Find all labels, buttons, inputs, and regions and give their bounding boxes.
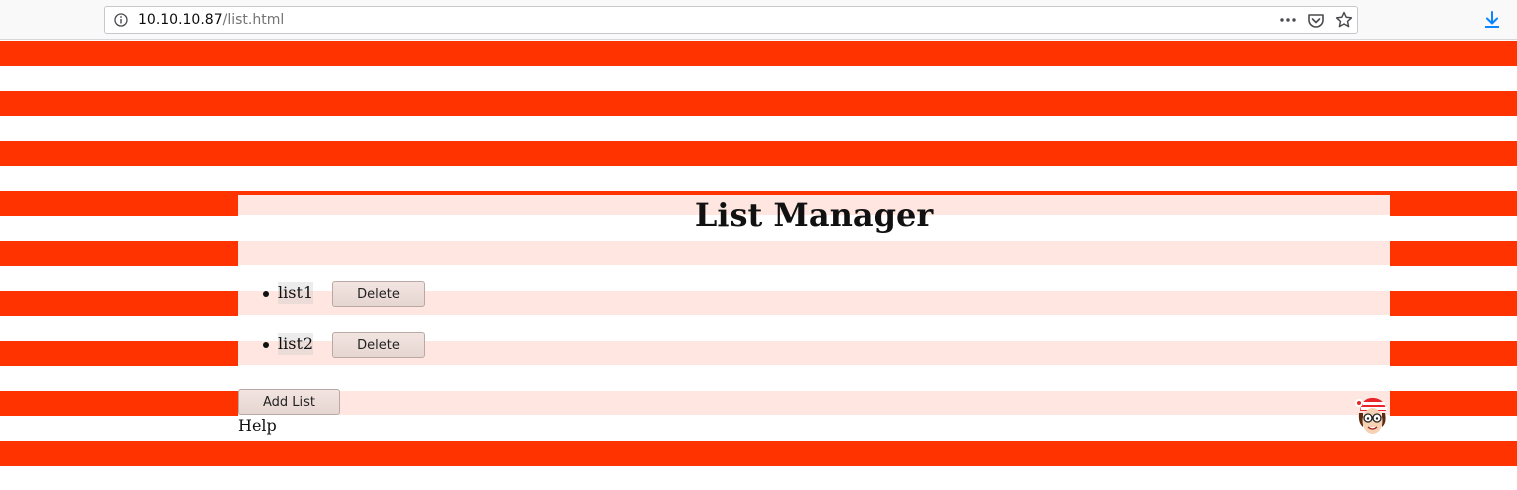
- list-items: list1 Delete list2 Delete: [238, 281, 538, 384]
- pocket-icon[interactable]: [1307, 12, 1325, 30]
- page-title: List Manager: [694, 196, 934, 234]
- download-icon[interactable]: [1482, 10, 1502, 30]
- list-name: list2: [278, 333, 314, 355]
- list-item: list1 Delete: [238, 281, 538, 333]
- waldo-icon[interactable]: [1354, 393, 1390, 437]
- page-actions-icon[interactable]: [1279, 12, 1297, 28]
- delete-button[interactable]: Delete: [332, 281, 425, 307]
- star-icon[interactable]: [1335, 11, 1353, 29]
- delete-button[interactable]: Delete: [332, 332, 425, 358]
- bullet-icon: [263, 291, 269, 297]
- page-background: List Manager list1 Delete list2 Delete A…: [0, 41, 1517, 490]
- browser-toolbar: 10.10.10.87/list.html: [0, 0, 1517, 40]
- list-item: list2 Delete: [238, 332, 538, 384]
- list-manager-panel: List Manager list1 Delete list2 Delete A…: [238, 195, 1390, 435]
- bullet-icon: [263, 342, 269, 348]
- info-icon[interactable]: [114, 13, 128, 27]
- url-host: 10.10.10.87: [138, 12, 223, 28]
- url-bar[interactable]: 10.10.10.87/list.html: [104, 6, 1358, 34]
- add-list-button[interactable]: Add List: [238, 389, 340, 415]
- help-text: Help: [238, 416, 277, 435]
- list-name: list1: [278, 282, 314, 304]
- url-text[interactable]: 10.10.10.87/list.html: [138, 12, 284, 28]
- url-path: /list.html: [222, 12, 285, 28]
